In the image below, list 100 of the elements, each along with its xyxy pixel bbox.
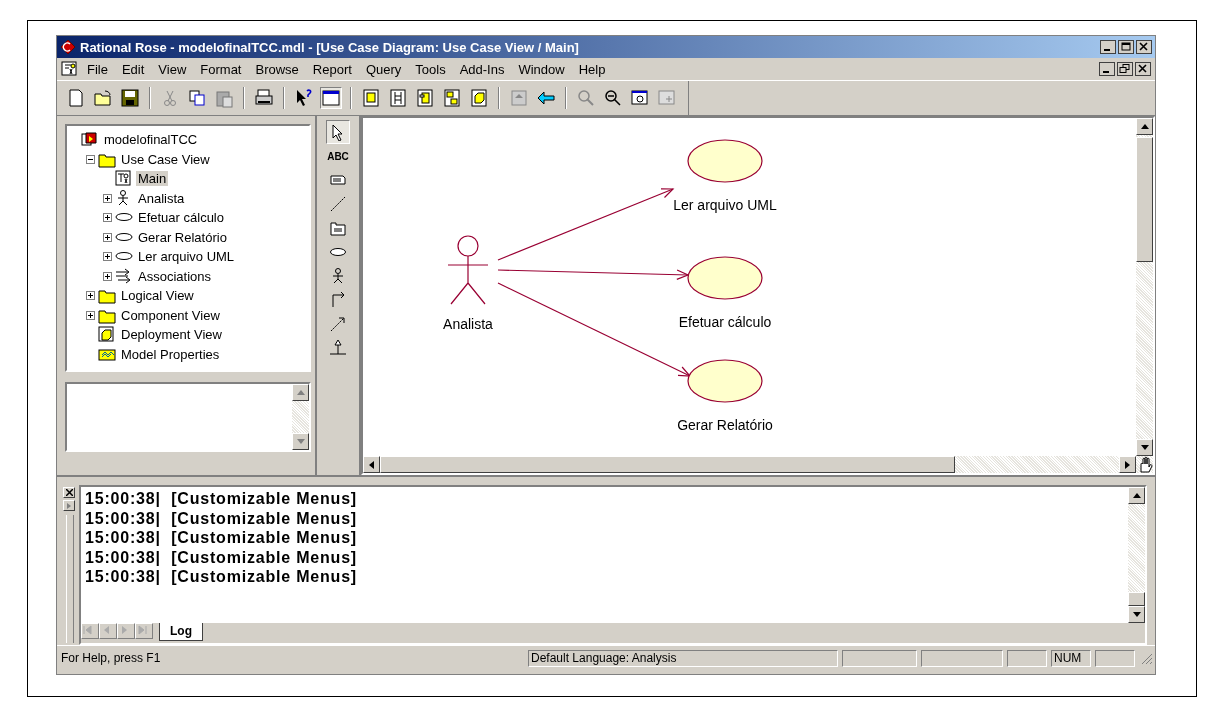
status-text: Default Language: Analysis [528,649,838,667]
document-icon[interactable] [61,61,79,77]
association-arrow[interactable] [497,269,690,280]
close-button[interactable] [1135,62,1151,76]
dashed-arrow-icon[interactable] [329,315,347,333]
tree-item[interactable]: Main [136,171,169,187]
menu-item[interactable]: Query [359,59,408,79]
expand-icon[interactable] [103,271,112,281]
deployment-diagram-icon[interactable] [469,88,489,108]
log-line: 15:00:38| [Customizable Menus] [85,547,358,567]
previous-page-button[interactable] [99,623,117,639]
tree-item[interactable]: modelofinalTCC [102,132,200,148]
documentation-field[interactable] [65,382,311,452]
menu-item[interactable]: Report [306,59,358,79]
copy-icon[interactable] [187,88,207,108]
cube-icon [98,326,116,344]
minimize-button[interactable] [1100,40,1116,54]
expand-icon[interactable] [86,291,95,301]
last-arrow-icon [136,624,148,636]
expand-icon[interactable] [103,232,112,242]
package-icon[interactable] [329,219,347,237]
scroll-up-button[interactable] [1136,118,1153,135]
fit-window-icon[interactable] [630,88,650,108]
menu-item[interactable]: View [152,59,193,79]
scroll-down-button[interactable] [292,433,309,450]
tree-item[interactable]: Associations [136,268,213,284]
menu-item[interactable]: Add-Ins [453,59,511,79]
panel-grip[interactable] [66,515,74,643]
maximize-button[interactable] [1118,40,1134,54]
menu-item[interactable]: Browse [249,59,305,79]
status-text: For Help, press F1 [61,651,162,665]
dashed-line-icon[interactable] [329,195,347,213]
scroll-right-button[interactable] [1119,456,1136,473]
actor-label: Analista [443,316,493,332]
menu-item[interactable]: Format [194,59,248,79]
tree-item[interactable]: Component View [119,307,222,323]
use-case-ellipse[interactable] [687,359,763,403]
text-tool[interactable]: ABC [327,150,349,162]
tree-item[interactable]: Analista [136,190,187,206]
expand-icon[interactable] [103,193,112,203]
tree-item[interactable]: Logical View [119,288,196,304]
first-arrow-icon [82,624,94,636]
tree-item[interactable]: Model Properties [119,346,222,362]
scrollbar-thumb[interactable] [1136,137,1153,262]
tree-item[interactable]: Gerar Relatório [136,229,229,245]
use-case-ellipse[interactable] [687,139,763,183]
right-triangle-icon [67,502,71,509]
actor-figure[interactable] [447,235,489,305]
use-case-ellipse[interactable] [687,256,763,300]
save-icon[interactable] [120,88,140,108]
scroll-down-button[interactable] [1136,439,1153,456]
menu-item[interactable]: File [81,59,114,79]
tree-item[interactable]: Deployment View [119,327,224,343]
component-diagram-icon[interactable] [415,88,435,108]
menu-item[interactable]: Tools [409,59,452,79]
minimize-button[interactable] [1099,62,1115,76]
expand-icon[interactable] [103,213,112,223]
log-line: 15:00:38| [Customizable Menus] [85,528,358,548]
generalization-arrow-icon[interactable] [329,339,347,357]
scroll-down-button[interactable] [1128,606,1145,623]
use-case-label: Ler arquivo UML [673,197,777,213]
up-triangle-icon [1140,124,1149,129]
close-button[interactable] [1136,40,1152,54]
expand-button[interactable] [63,500,75,511]
tree-item[interactable]: Efetuar cálculo [136,210,226,226]
first-page-button[interactable] [81,623,99,639]
down-triangle-icon [1132,612,1141,617]
down-triangle-icon [1140,445,1149,450]
scroll-up-button[interactable] [292,384,309,401]
menu-item[interactable]: Help [572,59,612,79]
tree-item[interactable]: Use Case View [119,151,212,167]
state-diagram-icon[interactable] [442,88,462,108]
expand-icon[interactable] [103,252,112,262]
right-triangle-icon [1125,460,1130,469]
help-pointer-icon[interactable] [294,88,314,108]
next-page-button[interactable] [117,623,135,639]
scroll-up-button[interactable] [1128,487,1145,504]
collapse-icon[interactable] [86,154,95,164]
log-tab[interactable]: Log [159,623,203,641]
expand-icon[interactable] [86,310,95,320]
tree-item[interactable]: Ler arquivo UML [136,249,237,265]
scrollbar-thumb[interactable] [380,456,955,473]
menu-item[interactable]: Edit [115,59,151,79]
app-logo-icon [60,39,76,55]
window-icon[interactable] [321,88,341,108]
new-file-icon[interactable] [66,88,86,108]
diagram-icon [115,170,133,188]
printer-icon[interactable] [254,88,274,108]
open-folder-icon[interactable] [93,88,113,108]
scroll-left-button[interactable] [363,456,380,473]
scrollbar-thumb[interactable] [1128,592,1145,606]
status-pane [1095,649,1135,667]
corner-arrow-icon[interactable] [329,291,347,309]
sequence-diagram-icon[interactable] [388,88,408,108]
class-diagram-icon[interactable] [361,88,381,108]
last-page-button[interactable] [135,623,153,639]
zoom-out-icon[interactable] [603,88,623,108]
restore-button[interactable] [1117,62,1133,76]
menu-item[interactable]: Window [512,59,571,79]
resize-grip-icon[interactable] [1139,651,1153,665]
